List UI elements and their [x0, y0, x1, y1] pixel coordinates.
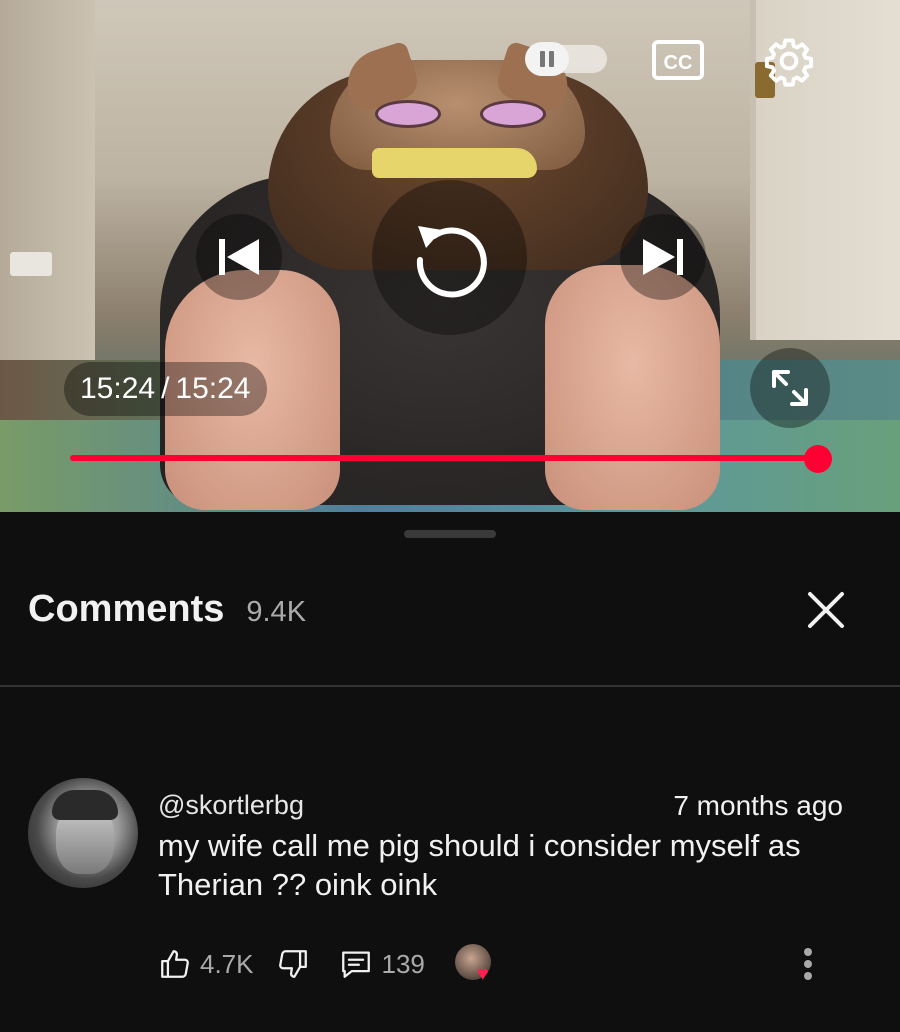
- thumbs-up-icon: [161, 950, 189, 978]
- more-vertical-icon-dot: [804, 960, 812, 968]
- progress-bar[interactable]: [70, 455, 818, 461]
- gear-icon: [764, 38, 814, 87]
- comment-text: my wife call me pig should i consider my…: [158, 828, 801, 902]
- autoplay-toggle[interactable]: [525, 42, 607, 76]
- video-duration: 15:24: [175, 372, 251, 405]
- comment-timestamp: 7 months ago: [673, 790, 843, 821]
- settings-button[interactable]: [760, 32, 818, 90]
- header-divider: [0, 685, 900, 687]
- comment-more-options-button[interactable]: [796, 944, 820, 984]
- fullscreen-button[interactable]: [750, 348, 830, 428]
- comment-item: @skortlerbg 7 months ago my wife call me…: [0, 774, 900, 1014]
- comment-bubble-icon: [341, 951, 370, 978]
- creator-heart-badge: ♥: [454, 944, 495, 985]
- comment-author[interactable]: @skortlerbg: [158, 790, 304, 821]
- comment-actions: 4.7K 139 ♥: [158, 944, 495, 984]
- video-frame-mask-beak: [372, 148, 537, 178]
- video-frame-arm-right: [545, 265, 720, 510]
- replay-button[interactable]: [402, 210, 498, 306]
- avatar[interactable]: [28, 778, 138, 888]
- replies-button[interactable]: 139: [338, 947, 425, 981]
- time-display: 15:24 / 15:24: [64, 362, 267, 416]
- pause-icon: [540, 51, 554, 67]
- like-button[interactable]: 4.7K: [158, 947, 254, 981]
- dislike-button[interactable]: [276, 947, 310, 981]
- more-vertical-icon: [804, 948, 812, 956]
- panel-drag-handle[interactable]: [404, 530, 496, 538]
- skip-previous-icon: [219, 239, 259, 275]
- progress-scrubber-handle[interactable]: [804, 445, 832, 473]
- more-vertical-icon-dot: [804, 972, 812, 980]
- captions-button[interactable]: CC: [650, 36, 706, 84]
- like-count: 4.7K: [200, 948, 254, 979]
- svg-text:CC: CC: [664, 52, 693, 74]
- video-player[interactable]: CC 15:24 / 15:24: [0, 0, 900, 512]
- fullscreen-icon: [772, 370, 808, 406]
- comments-title: Comments: [28, 588, 225, 630]
- skip-next-icon: [643, 239, 683, 275]
- reply-count: 139: [381, 948, 425, 979]
- video-frame-mask-eye-left: [375, 100, 441, 128]
- close-comments-button[interactable]: [800, 584, 852, 636]
- comments-count: 9.4K: [246, 596, 307, 628]
- closed-captions-icon: CC: [652, 40, 704, 80]
- heart-icon: ♥: [476, 963, 489, 985]
- video-frame-mask-eye-right: [480, 100, 546, 128]
- time-separator: /: [161, 372, 170, 405]
- comments-header: Comments 9.4K: [28, 588, 306, 631]
- current-time: 15:24: [80, 372, 156, 405]
- video-frame-outlet: [10, 252, 52, 276]
- avatar-hair: [52, 790, 118, 820]
- autoplay-knob: [525, 42, 569, 76]
- previous-video-button[interactable]: [196, 214, 282, 300]
- comments-panel: Comments 9.4K @skortlerbg 7 months ago m…: [0, 512, 900, 1032]
- replay-icon: [416, 226, 487, 298]
- video-frame-wall: [0, 0, 95, 360]
- close-icon: [808, 592, 844, 628]
- next-video-button[interactable]: [620, 214, 706, 300]
- thumbs-down-icon: [278, 950, 307, 978]
